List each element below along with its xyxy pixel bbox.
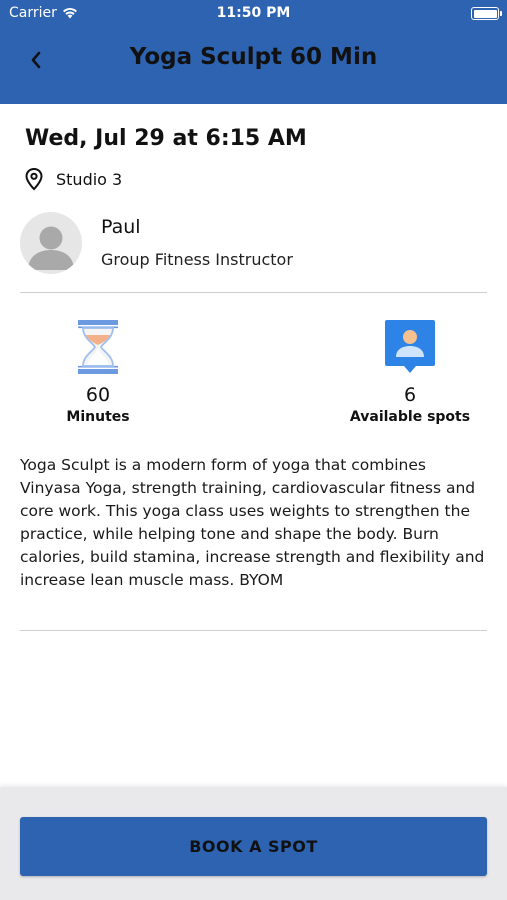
- status-time: 11:50 PM: [216, 5, 291, 21]
- header-bar: Carrier 11:50 PM Yoga Sculpt 60 Min: [0, 0, 507, 104]
- hourglass-icon: [78, 320, 118, 374]
- location-label: Studio 3: [56, 169, 123, 189]
- duration-value: 60: [85, 384, 111, 406]
- divider: [20, 292, 487, 293]
- spots-stat: 6 Available spots: [330, 318, 490, 425]
- person-badge-icon: [385, 320, 435, 373]
- battery-icon: [471, 7, 502, 20]
- user-avatar-icon: [28, 226, 74, 270]
- booking-footer: BOOK A SPOT: [0, 787, 507, 900]
- spots-value: 6: [403, 384, 417, 406]
- class-description: Yoga Sculpt is a modern form of yoga tha…: [20, 456, 485, 589]
- map-pin-icon: [25, 167, 43, 191]
- instructor-row[interactable]: Paul Group Fitness Instructor: [20, 212, 487, 274]
- spots-label: Available spots: [349, 409, 471, 425]
- duration-stat: 60 Minutes: [18, 318, 178, 425]
- page-title: Yoga Sculpt 60 Min: [129, 44, 378, 70]
- status-bar: Carrier 11:50 PM: [0, 0, 507, 28]
- instructor-role: Group Fitness Instructor: [101, 250, 293, 269]
- duration-label: Minutes: [66, 409, 130, 425]
- avatar: [20, 212, 82, 274]
- divider: [20, 630, 487, 631]
- instructor-name: Paul: [101, 216, 141, 238]
- location-row: Studio 3: [24, 167, 122, 191]
- book-spot-button[interactable]: BOOK A SPOT: [20, 817, 487, 876]
- session-datetime: Wed, Jul 29 at 6:15 AM: [25, 126, 307, 151]
